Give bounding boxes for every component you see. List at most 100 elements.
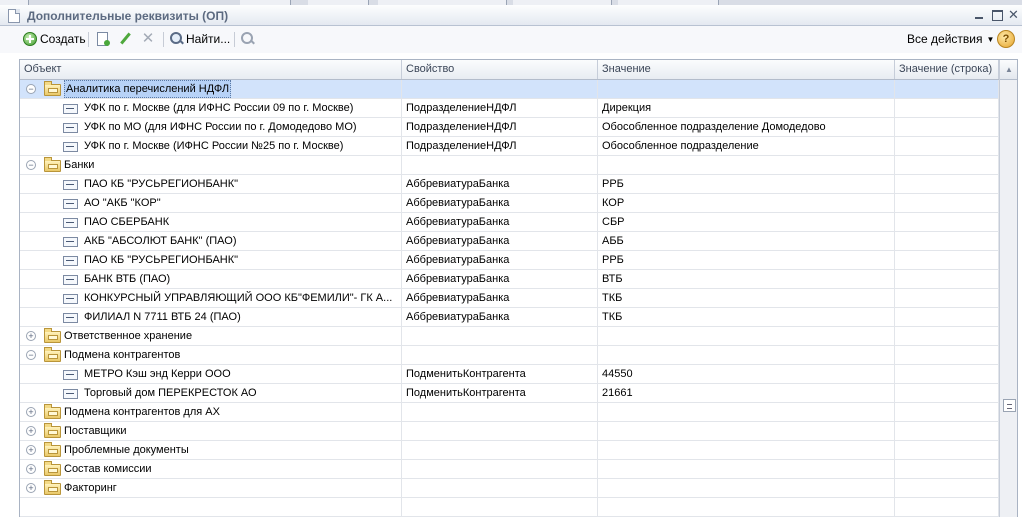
- cell-property[interactable]: ПодразделениеНДФЛ: [402, 137, 598, 155]
- expand-icon[interactable]: +: [26, 483, 36, 493]
- maximize-button[interactable]: [992, 10, 1003, 21]
- cell-value[interactable]: РРБ: [598, 175, 895, 193]
- table-row[interactable]: ПАО КБ "РУСЬРЕГИОНБАНК" АббревиатураБанка…: [20, 175, 999, 194]
- cell-object[interactable]: + Ответственное хранение: [20, 327, 402, 345]
- column-header-value[interactable]: Значение: [598, 60, 895, 79]
- group-row[interactable]: − Банки: [20, 156, 999, 175]
- cell-property[interactable]: [402, 479, 598, 497]
- cell-value-string[interactable]: [895, 422, 999, 440]
- expand-icon[interactable]: +: [26, 426, 36, 436]
- expand-icon[interactable]: +: [26, 464, 36, 474]
- cell-value-string[interactable]: [895, 80, 999, 98]
- cell-object[interactable]: АКБ "АБСОЛЮТ БАНК" (ПАО): [20, 232, 402, 250]
- cell-value[interactable]: 21661: [598, 384, 895, 402]
- table-row[interactable]: ФИЛИАЛ N 7711 ВТБ 24 (ПАО) АббревиатураБа…: [20, 308, 999, 327]
- table-row[interactable]: Торговый дом ПЕРЕКРЕСТОК АО ПодменитьКонт…: [20, 384, 999, 403]
- cell-value-string[interactable]: [895, 213, 999, 231]
- create-button[interactable]: Создать: [23, 30, 86, 48]
- cell-property[interactable]: [402, 441, 598, 459]
- group-row[interactable]: + Поставщики: [20, 422, 999, 441]
- cell-property[interactable]: [402, 403, 598, 421]
- cell-object[interactable]: − Банки: [20, 156, 402, 174]
- cell-property[interactable]: АббревиатураБанка: [402, 232, 598, 250]
- cell-value-string[interactable]: [895, 289, 999, 307]
- cell-value[interactable]: [598, 441, 895, 459]
- cell-property[interactable]: АббревиатураБанка: [402, 251, 598, 269]
- cell-object[interactable]: МЕТРО Кэш энд Керри ООО: [20, 365, 402, 383]
- edit-button[interactable]: [118, 30, 132, 48]
- cell-value[interactable]: [598, 156, 895, 174]
- cell-value[interactable]: [598, 327, 895, 345]
- cell-value[interactable]: [598, 479, 895, 497]
- cell-object[interactable]: + Состав комиссии: [20, 460, 402, 478]
- cell-property[interactable]: АббревиатураБанка: [402, 213, 598, 231]
- vertical-scrollbar[interactable]: ▲: [999, 60, 1017, 517]
- cell-value-string[interactable]: [895, 308, 999, 326]
- cell-object[interactable]: Торговый дом ПЕРЕКРЕСТОК АО: [20, 384, 402, 402]
- cell-value-string[interactable]: [895, 441, 999, 459]
- cell-value[interactable]: [598, 403, 895, 421]
- table-row[interactable]: УФК по г. Москве (для ИФНС России 09 по …: [20, 99, 999, 118]
- cell-object[interactable]: УФК по МО (для ИФНС России по г. Домодед…: [20, 118, 402, 136]
- help-button[interactable]: ?: [997, 30, 1015, 48]
- table-row[interactable]: ПАО СБЕРБАНК АббревиатураБанка СБР: [20, 213, 999, 232]
- column-header-object[interactable]: Объект: [20, 60, 402, 79]
- scroll-up-icon[interactable]: ▲: [1000, 60, 1017, 80]
- cell-value[interactable]: РРБ: [598, 251, 895, 269]
- properties-table[interactable]: Объект Свойство Значение Значение (строк…: [19, 59, 1018, 517]
- cell-object[interactable]: + Подмена контрагентов для АХ: [20, 403, 402, 421]
- cell-value[interactable]: [598, 460, 895, 478]
- cell-property[interactable]: [402, 156, 598, 174]
- group-row[interactable]: − Аналитика перечислений НДФЛ: [20, 80, 999, 99]
- cell-value[interactable]: Обособленное подразделение Домодедово: [598, 118, 895, 136]
- cell-object[interactable]: − Подмена контрагентов: [20, 346, 402, 364]
- table-row[interactable]: УФК по г. Москве (ИФНС России №25 по г. …: [20, 137, 999, 156]
- cell-object[interactable]: + Поставщики: [20, 422, 402, 440]
- cell-property[interactable]: АббревиатураБанка: [402, 194, 598, 212]
- cell-object[interactable]: УФК по г. Москве (для ИФНС России 09 по …: [20, 99, 402, 117]
- cell-property[interactable]: [402, 346, 598, 364]
- minimize-button[interactable]: [974, 9, 985, 20]
- cell-value-string[interactable]: [895, 194, 999, 212]
- cell-object[interactable]: − Аналитика перечислений НДФЛ: [20, 80, 402, 98]
- group-row[interactable]: + Подмена контрагентов для АХ: [20, 403, 999, 422]
- cell-property[interactable]: АббревиатураБанка: [402, 308, 598, 326]
- table-row[interactable]: БАНК ВТБ (ПАО) АббревиатураБанка ВТБ: [20, 270, 999, 289]
- table-row[interactable]: УФК по МО (для ИФНС России по г. Домодед…: [20, 118, 999, 137]
- collapse-icon[interactable]: −: [26, 84, 36, 94]
- expand-icon[interactable]: +: [26, 331, 36, 341]
- group-row[interactable]: − Подмена контрагентов: [20, 346, 999, 365]
- cell-value[interactable]: Дирекция: [598, 99, 895, 117]
- cell-value-string[interactable]: [895, 346, 999, 364]
- group-row[interactable]: + Факторинг: [20, 479, 999, 498]
- expand-icon[interactable]: +: [26, 407, 36, 417]
- cell-value-string[interactable]: [895, 270, 999, 288]
- table-row[interactable]: АКБ "АБСОЛЮТ БАНК" (ПАО) АббревиатураБанк…: [20, 232, 999, 251]
- group-row[interactable]: + Ответственное хранение: [20, 327, 999, 346]
- close-button[interactable]: ✕: [1008, 8, 1019, 21]
- cell-value-string[interactable]: [895, 232, 999, 250]
- cell-value[interactable]: 44550: [598, 365, 895, 383]
- all-actions-menu[interactable]: Все действия ▼: [907, 30, 994, 48]
- cell-value[interactable]: Обособленное подразделение: [598, 137, 895, 155]
- cell-object[interactable]: ПАО КБ "РУСЬРЕГИОНБАНК": [20, 175, 402, 193]
- cell-object[interactable]: ПАО СБЕРБАНК: [20, 213, 402, 231]
- cancel-search-button[interactable]: [241, 30, 255, 48]
- table-row[interactable]: КОНКУРСНЫЙ УПРАВЛЯЮЩИЙ ООО КБ"ФЕМИЛИ"- Г…: [20, 289, 999, 308]
- cell-object[interactable]: ФИЛИАЛ N 7711 ВТБ 24 (ПАО): [20, 308, 402, 326]
- cell-value[interactable]: АББ: [598, 232, 895, 250]
- table-row[interactable]: АО "АКБ "КОР" АббревиатураБанка КОР: [20, 194, 999, 213]
- scroll-thumb[interactable]: [1003, 399, 1016, 412]
- cell-property[interactable]: [402, 422, 598, 440]
- cell-value[interactable]: [598, 80, 895, 98]
- group-row[interactable]: + Состав комиссии: [20, 460, 999, 479]
- cell-property[interactable]: АббревиатураБанка: [402, 289, 598, 307]
- cell-value[interactable]: ВТБ: [598, 270, 895, 288]
- cell-value-string[interactable]: [895, 403, 999, 421]
- column-header-property[interactable]: Свойство: [402, 60, 598, 79]
- cell-value-string[interactable]: [895, 118, 999, 136]
- cell-value[interactable]: ТКБ: [598, 308, 895, 326]
- cell-value[interactable]: СБР: [598, 213, 895, 231]
- cell-value-string[interactable]: [895, 479, 999, 497]
- cell-object[interactable]: + Проблемные документы: [20, 441, 402, 459]
